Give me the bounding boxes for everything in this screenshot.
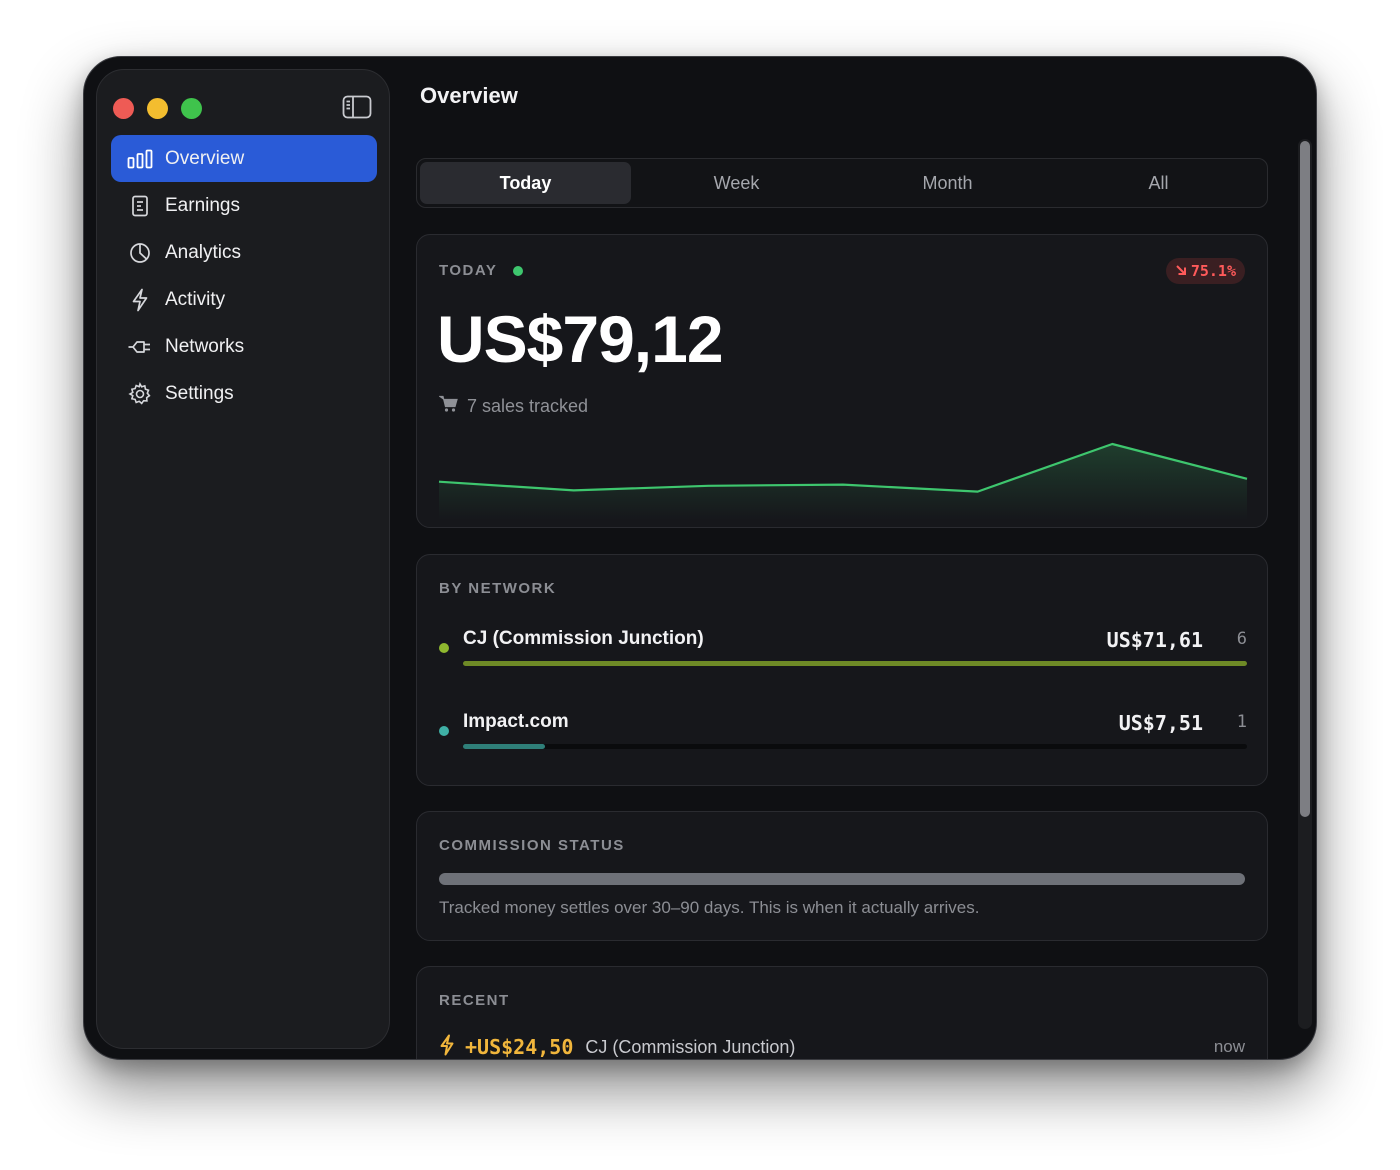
sidebar-item-label: Settings <box>165 382 234 404</box>
receipt-icon <box>127 193 153 219</box>
network-color-dot <box>439 643 449 653</box>
network-share-fill <box>463 744 546 749</box>
sales-count: 7 sales tracked <box>467 396 589 416</box>
earnings-sparkline <box>438 442 1248 520</box>
change-badge: 75.1% <box>1165 258 1245 284</box>
network-name: CJ (Commission Junction) <box>463 628 704 649</box>
network-share-bar <box>463 661 1247 666</box>
page-title: Overview <box>420 83 518 108</box>
commission-status-note: Tracked money settles over 30–90 days. T… <box>439 898 980 917</box>
network-amount: US$71,61 <box>1106 628 1203 652</box>
today-card: TODAY 75.1% US$79,12 7 sales tracked <box>416 234 1268 528</box>
by-network-card: BY NETWORK CJ (Commission Junction) US$7… <box>416 554 1268 786</box>
sidebar-item-label: Overview <box>165 147 245 169</box>
commission-status-label: COMMISSION STATUS <box>439 837 625 854</box>
commission-status-bar <box>439 873 1245 885</box>
network-sales-count: 1 <box>1236 712 1247 732</box>
sidebar-nav: Overview Earnings Analytics Activity Net… <box>111 135 377 417</box>
tab-week[interactable]: Week <box>631 162 842 204</box>
scrollbar-thumb[interactable] <box>1300 141 1310 817</box>
scrollbar[interactable] <box>1298 139 1312 1029</box>
tab-all[interactable]: All <box>1053 162 1264 204</box>
by-network-label: BY NETWORK <box>439 580 557 597</box>
gear-icon <box>127 381 153 407</box>
plug-icon <box>127 334 153 360</box>
sidebar-item-networks[interactable]: Networks <box>111 323 377 370</box>
live-status-dot <box>513 266 523 276</box>
period-segmented-control: Today Week Month All <box>416 158 1268 208</box>
network-share-bar <box>463 744 1247 749</box>
tab-today[interactable]: Today <box>420 162 631 204</box>
bolt-icon <box>127 287 153 313</box>
sidebar-item-settings[interactable]: Settings <box>111 370 377 417</box>
network-name: Impact.com <box>463 711 569 732</box>
recent-label: RECENT <box>439 992 510 1009</box>
network-share-fill <box>463 661 1247 666</box>
network-color-dot <box>439 726 449 736</box>
arrow-down-right-icon <box>1175 262 1187 280</box>
recent-time: now <box>1213 1037 1245 1056</box>
window-controls <box>113 98 202 119</box>
sidebar-toggle-icon[interactable] <box>342 95 372 119</box>
recent-card: RECENT +US$24,50 CJ (Commission Junction… <box>416 966 1268 1060</box>
sidebar: Overview Earnings Analytics Activity Net… <box>96 69 390 1049</box>
close-window-button[interactable] <box>113 98 134 119</box>
today-amount: US$79,12 <box>437 302 724 376</box>
recent-item[interactable]: +US$24,50 CJ (Commission Junction) now <box>439 1033 1245 1060</box>
tab-month[interactable]: Month <box>842 162 1053 204</box>
bolt-icon <box>439 1034 455 1060</box>
sidebar-item-overview[interactable]: Overview <box>111 135 377 182</box>
sidebar-item-label: Networks <box>165 335 245 357</box>
cart-icon <box>438 395 459 418</box>
main-content: Overview Today Week Month All TODAY 75.1… <box>402 57 1316 1059</box>
network-amount: US$7,51 <box>1118 711 1203 735</box>
network-sales-count: 6 <box>1236 629 1247 649</box>
network-row[interactable]: CJ (Commission Junction) US$71,61 6 <box>439 617 1247 677</box>
minimize-window-button[interactable] <box>147 98 168 119</box>
sidebar-item-activity[interactable]: Activity <box>111 276 377 323</box>
commission-status-card: COMMISSION STATUS Tracked money settles … <box>416 811 1268 941</box>
change-value: 75.1% <box>1190 262 1236 280</box>
pie-chart-icon <box>127 240 153 266</box>
network-row[interactable]: Impact.com US$7,51 1 <box>439 700 1247 760</box>
sidebar-item-label: Analytics <box>165 241 242 263</box>
app-window: Overview Earnings Analytics Activity Net… <box>83 56 1317 1060</box>
recent-network: CJ (Commission Junction) <box>585 1036 796 1057</box>
sales-tracked: 7 sales tracked <box>438 395 589 418</box>
sidebar-item-earnings[interactable]: Earnings <box>111 182 377 229</box>
zoom-window-button[interactable] <box>181 98 202 119</box>
bar-chart-icon <box>127 146 153 172</box>
sidebar-item-label: Activity <box>165 288 226 310</box>
recent-amount: +US$24,50 <box>465 1035 574 1059</box>
sidebar-item-analytics[interactable]: Analytics <box>111 229 377 276</box>
today-label: TODAY <box>439 262 498 279</box>
sidebar-item-label: Earnings <box>165 194 240 216</box>
sparkline-area <box>439 444 1247 520</box>
